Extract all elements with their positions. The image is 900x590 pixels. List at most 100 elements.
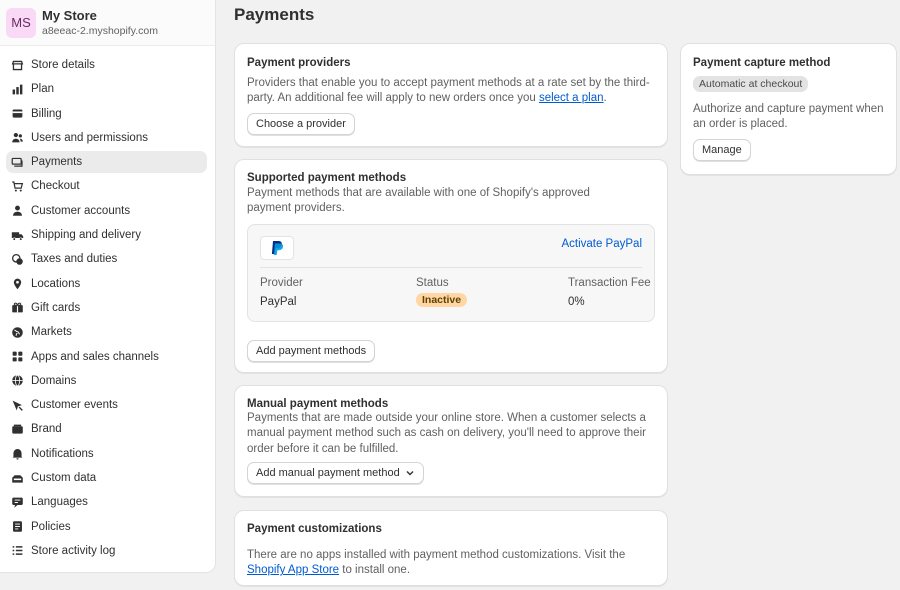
payment-providers-card: Payment providers Providers that enable … — [234, 43, 668, 147]
sidebar-item-apps-and-sales-channels[interactable]: Apps and sales channels — [6, 346, 207, 368]
sidebar-item-billing[interactable]: Billing — [6, 103, 207, 125]
sidebar-item-policies[interactable]: Policies — [6, 516, 207, 538]
payment-customizations-card: Payment customizations There are no apps… — [234, 510, 668, 586]
sidebar-item-label: Notifications — [31, 447, 94, 460]
capture-method-badge: Automatic at checkout — [693, 76, 809, 92]
sidebar-item-label: Custom data — [31, 472, 97, 485]
providers-description: Providers that enable you to accept paym… — [247, 76, 655, 107]
sidebar-item-users-and-permissions[interactable]: Users and permissions — [6, 127, 207, 149]
add-manual-payment-method-button[interactable]: Add manual payment method — [247, 461, 424, 484]
sidebar-item-languages[interactable]: Languages — [6, 491, 207, 513]
sidebar-item-label: Apps and sales channels — [31, 350, 159, 363]
sidebar-item-label: Markets — [31, 326, 72, 339]
brand-icon — [11, 423, 24, 436]
sidebar-item-label: Gift cards — [31, 301, 81, 314]
provider-column-header: Provider — [260, 276, 303, 289]
sidebar-item-store-activity-log[interactable]: Store activity log — [6, 540, 207, 562]
globe-icon — [11, 326, 24, 339]
manual-payment-methods-card: Manual payment methods Payments that are… — [234, 385, 668, 497]
card-title: Supported payment methods — [247, 172, 407, 184]
store-icon — [11, 59, 24, 72]
billing-icon — [11, 107, 24, 120]
sidebar-item-markets[interactable]: Markets — [6, 321, 207, 343]
chevron-down-icon — [406, 470, 414, 476]
card-title: Payment capture method — [693, 57, 831, 69]
paypal-provider-box: Activate PayPal Provider PayPal Status I… — [247, 223, 655, 322]
sidebar-item-domains[interactable]: Domains — [6, 370, 207, 392]
sidebar-item-label: Domains — [31, 374, 77, 387]
gift-icon — [11, 301, 24, 314]
providers-text-end: . — [603, 92, 607, 105]
customizations-text: There are no apps installed with payment… — [247, 549, 626, 561]
truck-icon — [11, 229, 24, 242]
settings-nav: Store details Plan Billing Users and permis… — [0, 46, 215, 562]
shopify-app-store-link[interactable]: Shopify App Store — [247, 564, 339, 576]
events-icon — [11, 399, 24, 412]
sidebar-item-notifications[interactable]: Notifications — [6, 443, 207, 465]
button-label: Add manual payment method — [256, 466, 400, 479]
store-header[interactable]: MS My Store a8eeac-2.myshopify.com — [0, 0, 215, 46]
sidebar-item-label: Checkout — [31, 180, 80, 193]
fee-value: 0% — [568, 295, 585, 308]
choose-provider-button[interactable]: Choose a provider — [247, 112, 355, 135]
paypal-logo-icon — [260, 235, 294, 260]
domain-icon — [11, 374, 24, 387]
list-icon — [11, 544, 24, 557]
status-badge: Inactive — [416, 292, 468, 307]
sidebar-item-locations[interactable]: Locations — [6, 273, 207, 295]
cart-icon — [11, 180, 24, 193]
taxes-icon — [11, 253, 24, 266]
sidebar-item-custom-data[interactable]: Custom data — [6, 467, 207, 489]
store-domain: a8eeac-2.myshopify.com — [42, 25, 158, 37]
sidebar-item-payments[interactable]: Payments — [6, 151, 207, 174]
sidebar-item-customer-events[interactable]: Customer events — [6, 394, 207, 416]
sidebar-item-label: Customer events — [31, 399, 118, 412]
location-icon — [11, 277, 24, 290]
provider-value: PayPal — [260, 295, 297, 308]
language-icon — [11, 496, 24, 509]
person-icon — [11, 204, 24, 217]
payments-icon — [11, 156, 24, 169]
payment-capture-card: Payment capture method Automatic at chec… — [680, 43, 897, 175]
supported-description: Payment methods that are available with … — [247, 187, 590, 215]
sidebar-item-customer-accounts[interactable]: Customer accounts — [6, 200, 207, 222]
customizations-text-end: to install one. — [339, 564, 411, 577]
sidebar-item-label: Taxes and duties — [31, 253, 118, 266]
sidebar-item-plan[interactable]: Plan — [6, 78, 207, 100]
card-title: Manual payment methods — [247, 398, 389, 410]
fee-column-header: Transaction Fee — [568, 276, 651, 289]
sidebar-item-shipping-and-delivery[interactable]: Shipping and delivery — [6, 224, 207, 246]
sidebar-item-label: Shipping and delivery — [31, 229, 141, 242]
data-icon — [11, 472, 24, 485]
card-title: Payment customizations — [247, 523, 382, 535]
users-icon — [11, 131, 24, 144]
sidebar-item-store-details[interactable]: Store details — [6, 54, 207, 76]
card-title: Payment providers — [247, 57, 351, 69]
supported-payment-methods-card: Supported payment methods Payment method… — [234, 159, 668, 373]
sidebar-item-label: Payments — [31, 156, 83, 169]
sidebar-item-label: Locations — [31, 277, 81, 290]
sidebar-item-label: Policies — [31, 520, 71, 533]
sidebar-item-checkout[interactable]: Checkout — [6, 175, 207, 197]
apps-icon — [11, 350, 24, 363]
select-plan-link[interactable]: select a plan — [539, 92, 604, 104]
divider — [260, 266, 642, 268]
activate-paypal-link[interactable]: Activate PayPal — [561, 238, 642, 250]
sidebar-item-label: Billing — [31, 107, 62, 120]
sidebar-item-label: Users and permissions — [31, 131, 148, 144]
policy-icon — [11, 520, 24, 533]
sidebar-item-label: Customer accounts — [31, 204, 131, 217]
store-avatar: MS — [6, 7, 36, 38]
manual-description: Payments that are made outside your onli… — [247, 412, 646, 455]
sidebar-item-taxes-and-duties[interactable]: Taxes and duties — [6, 248, 207, 270]
store-name: My Store — [42, 8, 97, 23]
status-column-header: Status — [416, 276, 449, 289]
customizations-description: There are no apps installed with payment… — [247, 548, 655, 579]
page-title: Payments — [234, 5, 315, 24]
sidebar-item-brand[interactable]: Brand — [6, 418, 207, 440]
settings-sidebar: MS My Store a8eeac-2.myshopify.com Store… — [0, 0, 216, 573]
sidebar-item-label: Languages — [31, 496, 88, 509]
manage-button[interactable]: Manage — [693, 138, 751, 161]
sidebar-item-gift-cards[interactable]: Gift cards — [6, 297, 207, 319]
add-payment-methods-button[interactable]: Add payment methods — [247, 339, 376, 362]
